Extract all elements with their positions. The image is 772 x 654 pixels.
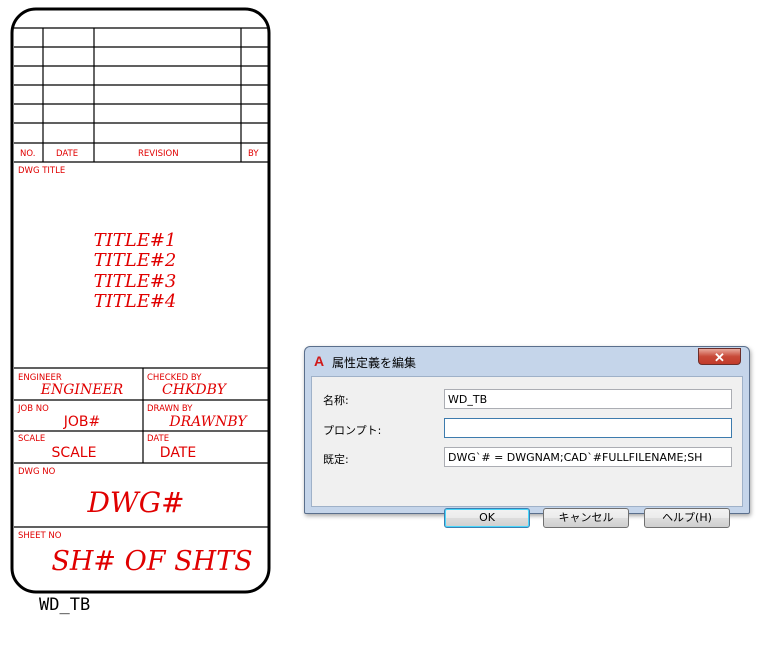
default-label: 既定: [323, 453, 349, 466]
cancel-button[interactable]: キャンセル [543, 508, 629, 528]
edit-attribute-definition-dialog: A 属性定義を編集 ✕ 名称: プロンプト: 既定: OK キャンセル ヘルプ(… [304, 346, 750, 528]
dialog-title-bar[interactable]: A 属性定義を編集 ✕ [305, 347, 749, 375]
rev-header-date: DATE [56, 149, 78, 159]
name-label: 名称: [323, 394, 349, 407]
help-button[interactable]: ヘルプ(H) [644, 508, 730, 528]
dwg-title-label: DWG TITLE [18, 166, 65, 176]
default-field[interactable] [444, 447, 732, 467]
checked-value: CHKDBY [162, 382, 228, 398]
scale-label: SCALE [18, 434, 45, 444]
title-line-2: TITLE#2 [94, 250, 177, 271]
rev-header-revision: REVISION [138, 149, 179, 159]
dwg-no-label: DWG NO [18, 467, 56, 477]
rev-header-by: BY [248, 149, 259, 159]
dialog-body: 名称: プロンプト: 既定: OK キャンセル ヘルプ(H) [311, 376, 743, 528]
drawn-value: DRAWNBY [168, 414, 248, 430]
prompt-field[interactable] [444, 418, 732, 438]
close-icon: ✕ [714, 350, 725, 365]
job-label: JOB NO [17, 404, 49, 414]
date-label: DATE [147, 434, 169, 444]
job-value: JOB# [63, 414, 100, 430]
ok-button[interactable]: OK [444, 508, 530, 528]
title-line-4: TITLE#4 [94, 291, 177, 312]
dialog-title: 属性定義を編集 [332, 356, 417, 370]
name-field[interactable] [444, 389, 732, 409]
rev-header-no: NO. [20, 149, 35, 159]
dwg-no-value: DWG# [86, 486, 184, 519]
engineer-value: ENGINEER [40, 382, 124, 398]
date-value: DATE [160, 445, 196, 461]
sheet-no-value: SH# OF SHTS [51, 546, 252, 577]
title-line-1: TITLE#1 [94, 230, 177, 251]
scale-value: SCALE [52, 445, 97, 461]
autocad-logo-icon: A [314, 353, 325, 369]
title-block-drawing: NO. DATE REVISION BY DWG TITLE TITLE#1 T… [10, 7, 271, 615]
prompt-label: プロンプト: [323, 424, 382, 437]
close-button[interactable]: ✕ [698, 348, 741, 365]
block-name-label: WD_TB [39, 595, 90, 615]
drawn-label: DRAWN BY [147, 404, 193, 414]
sheet-no-label: SHEET NO [18, 531, 62, 541]
title-line-3: TITLE#3 [94, 271, 177, 292]
